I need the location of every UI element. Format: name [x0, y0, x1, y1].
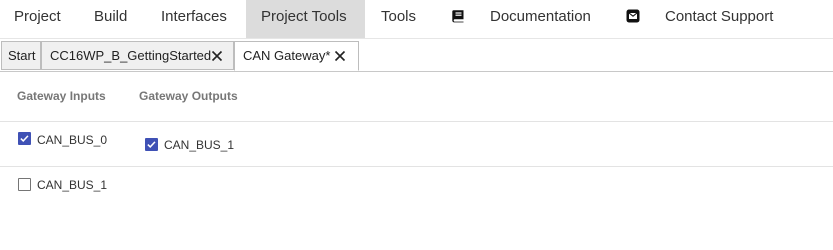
menu-build[interactable]: Build [80, 0, 141, 38]
menu-project-tools[interactable]: Project Tools [246, 0, 365, 38]
checkbox-input-can-bus-0[interactable] [18, 132, 31, 145]
menu-label: Build [94, 8, 128, 25]
checkmark-icon [147, 141, 156, 148]
row-divider [0, 166, 833, 167]
book-icon [452, 10, 464, 23]
gateway-inputs-header: Gateway Inputs [17, 89, 106, 103]
menu-tools[interactable]: Tools [367, 0, 430, 38]
menu-label: Tools [381, 8, 417, 25]
menu-documentation[interactable]: Documentation [436, 0, 605, 38]
menu-contact-support[interactable]: Contact Support [612, 0, 787, 38]
menu-label: Project [14, 8, 61, 25]
output-label-can-bus-1: CAN_BUS_1 [164, 138, 235, 152]
menu-project[interactable]: Project [0, 0, 75, 38]
gateway-outputs-header: Gateway Outputs [139, 89, 238, 103]
tab-start[interactable]: Start [1, 41, 41, 70]
tab-label: CC16WP_B_GettingStarted [50, 48, 212, 63]
menu-label: Documentation [490, 8, 591, 25]
editor-tab-strip: Start CC16WP_B_GettingStarted CAN Gatewa… [0, 41, 833, 72]
tab-cc16wp-b-gettingstarted[interactable]: CC16WP_B_GettingStarted [41, 41, 234, 70]
envelope-icon [626, 9, 640, 23]
checkbox-input-can-bus-1[interactable] [18, 178, 31, 191]
input-label-can-bus-0: CAN_BUS_0 [37, 133, 108, 147]
main-menubar: Project Build Interfaces Project Tools T… [0, 0, 833, 39]
tab-label: CAN Gateway* [243, 48, 331, 63]
menu-label: Project Tools [261, 8, 347, 25]
menu-interfaces[interactable]: Interfaces [147, 0, 241, 38]
input-label-can-bus-1: CAN_BUS_1 [37, 178, 108, 192]
checkbox-output-can-bus-1[interactable] [145, 138, 158, 151]
close-icon[interactable] [211, 50, 223, 62]
tab-can-gateway[interactable]: CAN Gateway* [234, 41, 359, 71]
tab-label: Start [8, 48, 36, 63]
row-divider [0, 121, 833, 122]
checkmark-icon [20, 135, 29, 142]
menu-label: Interfaces [161, 8, 227, 25]
close-icon[interactable] [334, 50, 346, 62]
menu-label: Contact Support [665, 8, 774, 25]
